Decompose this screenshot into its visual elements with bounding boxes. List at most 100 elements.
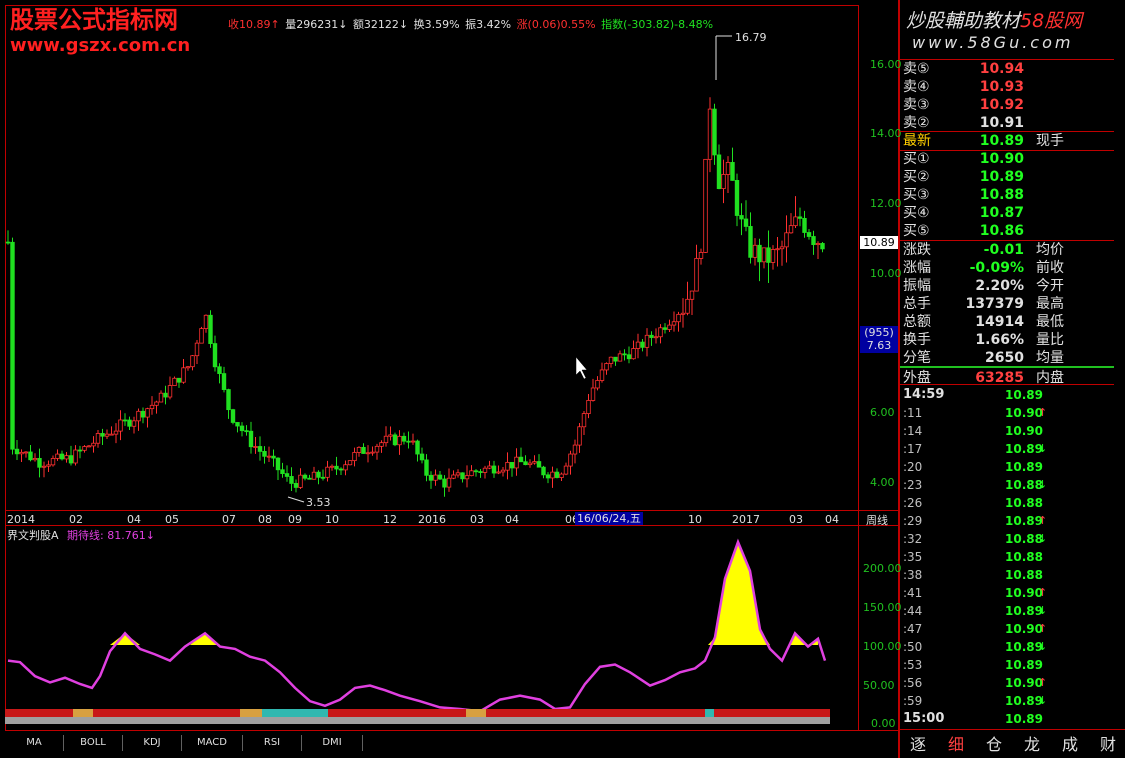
candle-body [509, 462, 515, 469]
x-axis-label: 07 [222, 513, 236, 526]
candle-body [392, 434, 398, 446]
tick-arrow: ↓ [1038, 442, 1048, 455]
period-label[interactable]: 周线 [866, 512, 888, 528]
side-tab[interactable]: 细 [948, 731, 964, 755]
candle-body [302, 474, 308, 479]
candle-body [320, 476, 326, 479]
stat-row-value: -0.01 [983, 242, 1024, 258]
x-axis-label: 2014 [7, 513, 35, 526]
candle-body [478, 471, 483, 473]
tick-row: :41 10.90 ↑ [900, 584, 1114, 602]
candle-body [599, 369, 605, 381]
status-segment [328, 709, 466, 717]
ask-row: 卖④ 10.93 [900, 78, 1114, 96]
x-axis-label: 04 [127, 513, 141, 526]
x-axis-label: 2017 [732, 513, 760, 526]
tick-row: :35 10.88 [900, 548, 1114, 566]
candle-body [370, 451, 375, 454]
candle-body [523, 461, 528, 466]
tick-row: 14:59 10.89 [900, 386, 1114, 404]
stat-row-label2: 最高 [1036, 296, 1064, 312]
bid-row: 买① 10.90 [900, 150, 1114, 168]
status-segment [486, 709, 705, 717]
candle-body [280, 469, 285, 474]
status-segment [714, 709, 830, 717]
candle-body [779, 246, 785, 250]
x-axis-label: 12 [383, 513, 397, 526]
candle-body [271, 455, 276, 459]
bid-row: 买③ 10.88 [900, 186, 1114, 204]
ask-row-value: 10.92 [979, 97, 1024, 113]
tick-arrow: ↑ [1038, 622, 1048, 635]
candle-body [203, 314, 209, 329]
candle-body [424, 459, 429, 476]
candle-body [235, 422, 240, 427]
tick-time: :26 [903, 496, 923, 510]
kline-chart[interactable] [0, 0, 898, 758]
tick-row: :47 10.90 ↑ [900, 620, 1114, 638]
tab-rsi[interactable]: RSI [243, 735, 302, 751]
tick-time: :14 [903, 424, 923, 438]
cursor-price-box: (955) 7.63 [860, 326, 898, 353]
tab-ma[interactable]: MA [5, 735, 64, 751]
ask-row-label: 卖⑤ [903, 61, 930, 77]
tick-price: 10.88 [1005, 496, 1043, 510]
stat-row: 振幅 2.20% 今开 [900, 277, 1114, 295]
x-axis-label: 10 [688, 513, 702, 526]
tick-row: :38 10.88 [900, 566, 1114, 584]
candle-body [19, 451, 24, 455]
candle-body [671, 321, 677, 326]
status-base [5, 717, 830, 724]
candle-body [725, 162, 731, 175]
status-segment [73, 709, 93, 717]
candle-body [307, 477, 312, 480]
candle-body [226, 389, 231, 411]
side-tab[interactable]: 财 [1100, 731, 1116, 755]
tick-time: :29 [903, 514, 923, 528]
ask-row-label: 卖④ [903, 79, 930, 95]
bid-row-value: 10.87 [979, 205, 1024, 221]
candle-body [685, 298, 690, 314]
watermark-right-text: 炒股輔助教材 [906, 10, 1021, 32]
indicator-line [7, 538, 827, 713]
watermark-right-title: 炒股輔助教材58股网 [906, 6, 1082, 33]
candle-body [586, 400, 591, 414]
x-axis-label: 02 [69, 513, 83, 526]
candle-body [419, 453, 425, 461]
candle-body [50, 458, 56, 466]
candle-body [104, 433, 110, 437]
candle-body [352, 452, 357, 462]
candle-body [428, 474, 434, 481]
tick-time: :32 [903, 532, 923, 546]
side-tab[interactable]: 仓 [986, 731, 1002, 755]
tab-boll[interactable]: BOLL [64, 735, 123, 751]
indicator-name[interactable]: 界文判股A [7, 527, 59, 543]
candle-body [721, 174, 726, 190]
tab-kdj[interactable]: KDJ [123, 735, 182, 751]
tick-arrow: ↓ [1038, 694, 1048, 707]
ind-y-tick: 150.00 [863, 601, 902, 614]
candle-body [455, 472, 461, 476]
divider [900, 729, 1125, 730]
tick-price: 10.89 [1005, 388, 1043, 402]
candle-body [712, 108, 717, 156]
tick-time: :53 [903, 658, 923, 672]
tab-macd[interactable]: MACD [182, 735, 243, 751]
side-tab[interactable]: 龙 [1024, 731, 1040, 755]
tick-arrow: ↓ [1038, 478, 1048, 491]
side-tab[interactable]: 成 [1062, 731, 1078, 755]
stat-row-label: 总额 [903, 314, 931, 330]
y-tick: 16.00 [870, 58, 902, 71]
tick-row: 15:00 10.89 [900, 710, 1114, 728]
candle-body [343, 464, 348, 471]
candle-body [334, 465, 339, 470]
tab-dmi[interactable]: DMI [302, 735, 363, 751]
x-axis-label: 04 [505, 513, 519, 526]
candle-body [136, 410, 141, 422]
candle-body [266, 455, 272, 458]
candle-body [397, 435, 402, 446]
side-tab[interactable]: 逐 [910, 731, 926, 755]
candle-body [118, 419, 123, 432]
indicator-series [7, 538, 827, 713]
candle-body [68, 455, 74, 464]
